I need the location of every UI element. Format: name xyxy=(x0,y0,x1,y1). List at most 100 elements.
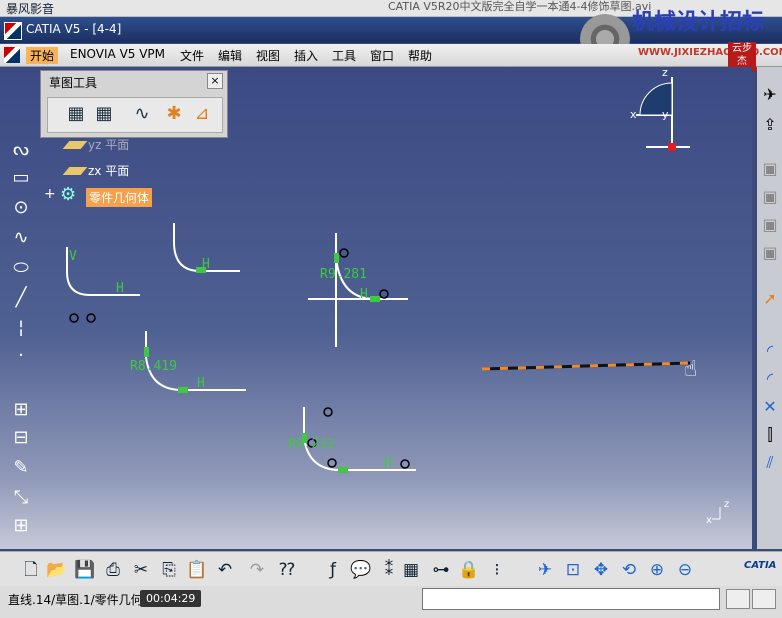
player-file-title: CATIA V5R20中文版完全自学一本通4-4修饰草图.avi xyxy=(388,0,652,13)
command-input[interactable] xyxy=(422,588,720,610)
chamfer-icon[interactable]: ⊟ xyxy=(10,427,32,449)
tree-zx-plane[interactable]: zx 平面 xyxy=(88,162,129,179)
cross-icon[interactable]: ✕ xyxy=(760,397,780,417)
select-arrow-icon[interactable]: ➚ xyxy=(760,289,780,309)
corner-icon[interactable]: ⊞ xyxy=(10,399,32,421)
ellipse-icon[interactable]: ⬭ xyxy=(10,257,32,279)
line-icon[interactable]: ╱ xyxy=(10,287,32,309)
sketch-icon[interactable]: ✈ xyxy=(760,85,780,105)
menu-window[interactable]: 窗口 xyxy=(370,47,394,64)
copy-icon[interactable]: ⎘ xyxy=(158,559,180,581)
construction-element-icon[interactable]: ∿ xyxy=(130,102,154,126)
knowledge-icon[interactable]: ⁑ xyxy=(378,559,400,581)
rotate-icon[interactable]: ⟲ xyxy=(618,559,640,581)
dimension-radius-1[interactable]: R9.281 xyxy=(320,267,367,282)
dimension-radius-3[interactable]: R9.232 xyxy=(288,437,335,452)
menu-view[interactable]: 视图 xyxy=(256,47,280,64)
dimension-radius-2[interactable]: R8.419 xyxy=(130,359,177,374)
axis-small xyxy=(712,507,721,520)
geometrical-constraint-icon[interactable]: ✱ xyxy=(162,102,186,126)
disabled-tool-icon: ▣ xyxy=(762,159,778,178)
exit-workbench-icon[interactable]: ⇪ xyxy=(760,115,780,135)
compass-y-label: y xyxy=(662,108,669,121)
rectangle-icon[interactable]: ▭ xyxy=(10,167,32,189)
zoom-out-icon[interactable]: ⊖ xyxy=(674,559,696,581)
video-time: 00:04:29 xyxy=(140,590,202,607)
menu-start[interactable]: 开始 xyxy=(26,47,59,64)
status-text: 直线.14/草图.1/零件几何体 xyxy=(8,593,155,607)
menu-insert[interactable]: 插入 xyxy=(294,47,318,64)
close-icon[interactable]: × xyxy=(207,73,223,89)
profile-icon[interactable]: ᔓ xyxy=(10,139,32,161)
constraint-h-4: H xyxy=(197,376,205,391)
app-menu-icon[interactable] xyxy=(4,47,20,63)
constraint-h-5: H xyxy=(384,456,392,471)
new-file-icon[interactable]: 🗋 xyxy=(20,559,42,581)
hierarchy-icon[interactable]: ⊶ xyxy=(430,559,452,581)
arc-icon[interactable]: ◜ xyxy=(760,369,780,389)
menu-enovia[interactable]: ENOVIA V5 VPM xyxy=(70,47,165,61)
pan-icon[interactable]: ✥ xyxy=(590,559,612,581)
lock-icon[interactable]: 🔒 xyxy=(458,559,480,581)
zoom-in-icon[interactable]: ⊕ xyxy=(646,559,668,581)
mirror-icon[interactable]: ⫿ xyxy=(760,425,780,445)
disabled-tool-icon: ▣ xyxy=(762,215,778,234)
table-icon[interactable]: ▦ xyxy=(400,559,422,581)
relimit-icon[interactable]: ✎ xyxy=(10,457,32,479)
grid-icon[interactable]: ▦ xyxy=(64,102,88,126)
status-button-icon[interactable] xyxy=(726,589,750,609)
transform-icon[interactable]: ⤡ xyxy=(10,487,32,509)
player-menu[interactable]: 暴风影音 xyxy=(6,0,54,17)
dimensional-constraint-icon[interactable]: ⊿ xyxy=(190,102,214,126)
menu-edit[interactable]: 编辑 xyxy=(218,47,242,64)
left-toolbar: ᔓ ▭ ⊙ ∿ ⬭ ╱ ¦ · ⊞ ⊟ ✎ ⤡ ⊞ xyxy=(4,117,38,547)
sketch-tools-title: 草图工具 xyxy=(49,76,98,90)
window-title: CATIA V5 - [4-4] xyxy=(26,22,122,36)
constraint-h-1: H xyxy=(116,281,124,296)
axis-z-label: z xyxy=(724,499,730,510)
menu-file[interactable]: 文件 xyxy=(180,47,204,64)
disabled-tool-icon: ▣ xyxy=(762,187,778,206)
constraint-h-2: H xyxy=(202,257,210,272)
menu-help[interactable]: 帮助 xyxy=(408,47,432,64)
cut-icon[interactable]: ✂ xyxy=(130,559,152,581)
arc-icon[interactable]: ◜ xyxy=(760,341,780,361)
constraint-v: V xyxy=(69,249,77,264)
print-icon[interactable]: ⎙ xyxy=(102,559,124,581)
paste-icon[interactable]: 📋 xyxy=(186,559,208,581)
tree-yz-plane[interactable]: yz 平面 xyxy=(88,136,129,153)
compass-x-label: x xyxy=(630,108,637,121)
fit-all-icon[interactable]: ⊡ xyxy=(562,559,584,581)
right-toolbar: ✈ ⇪ ▣ ▣ ▣ ▣ ➚ ◜ ◜ ✕ ⫿ ⫽ xyxy=(757,67,782,549)
menu-tools[interactable]: 工具 xyxy=(332,47,356,64)
snap-to-point-icon[interactable]: ▦ xyxy=(92,102,116,126)
expand-plus-icon[interactable]: + xyxy=(44,186,56,202)
watermark-url: WWW.JIXIEZHAOBIAO.COM xyxy=(638,47,782,58)
sketch-fillet-1 xyxy=(66,247,140,296)
offset-icon[interactable]: ⫽ xyxy=(760,453,780,473)
fly-mode-icon[interactable]: ✈ xyxy=(534,559,556,581)
parameter-icon[interactable]: ⁝ xyxy=(486,559,508,581)
circle-icon[interactable]: ⊙ xyxy=(10,197,32,219)
open-folder-icon[interactable]: 📂 xyxy=(46,559,68,581)
axis-x-label: x xyxy=(706,515,712,526)
constraint-h-3: H xyxy=(360,287,368,302)
undo-icon[interactable]: ↶ xyxy=(214,559,236,581)
formula-icon[interactable]: ƒ xyxy=(322,559,344,581)
bottom-toolbar: 🗋 📂 💾 ⎙ ✂ ⎘ 📋 ↶ ↷ ⁇ ƒ 💬 ⁑ ▦ ⊶ 🔒 ⁝ ✈ ⊡ ✥ … xyxy=(0,551,782,586)
part-body-gear-icon: ⚙ xyxy=(60,184,77,205)
compass-z-label: z xyxy=(662,66,668,79)
comment-icon[interactable]: 💬 xyxy=(350,559,372,581)
spline-icon[interactable]: ∿ xyxy=(10,227,32,249)
tree-part-body[interactable]: 零件几何体 xyxy=(86,188,153,207)
sketch-tools-header[interactable]: 草图工具 xyxy=(41,71,227,91)
hand-cursor-icon: ☝ xyxy=(684,357,698,382)
axis-icon[interactable]: ¦ xyxy=(10,317,32,339)
project-icon[interactable]: ⊞ xyxy=(10,515,32,537)
redo-icon: ↷ xyxy=(249,560,265,580)
disabled-tool-icon: ▣ xyxy=(762,243,778,262)
whats-this-icon[interactable]: ⁇ xyxy=(276,559,298,581)
save-icon[interactable]: 💾 xyxy=(74,559,96,581)
status-button-icon[interactable] xyxy=(752,589,776,609)
point-icon[interactable]: · xyxy=(10,345,32,367)
